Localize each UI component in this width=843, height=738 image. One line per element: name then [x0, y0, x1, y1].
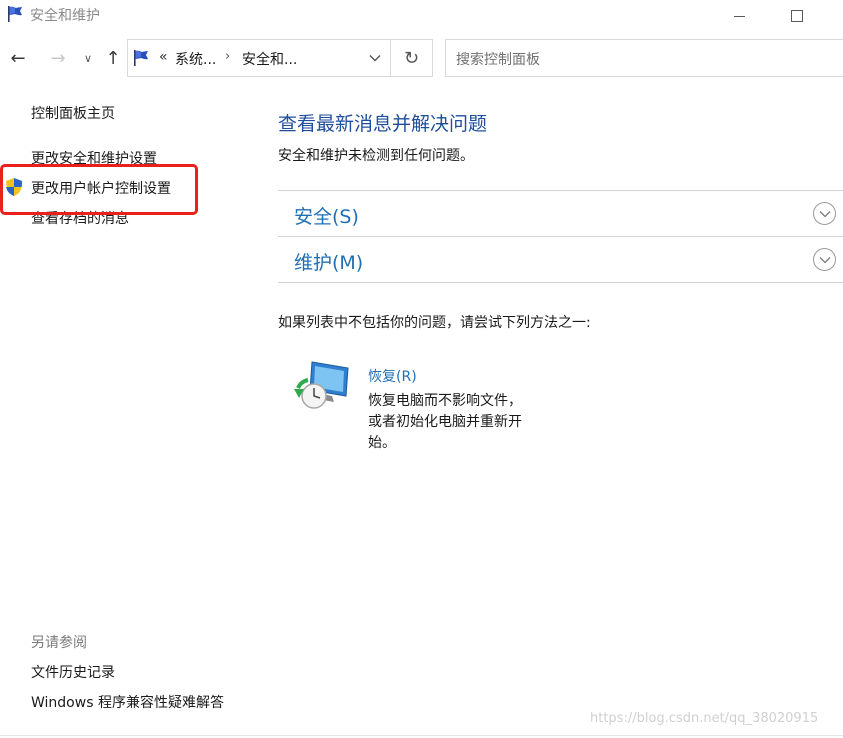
status-text: 安全和维护未检测到任何问题。: [278, 148, 474, 164]
maximize-button[interactable]: [774, 0, 820, 30]
minimize-button[interactable]: [716, 0, 762, 30]
back-button[interactable]: ←: [6, 44, 30, 72]
address-segment-security[interactable]: 安全和...: [242, 49, 297, 69]
recent-locations-button[interactable]: ∨: [80, 44, 96, 72]
chevron-right-icon[interactable]: ›: [225, 49, 230, 64]
address-overflow[interactable]: «: [159, 49, 168, 65]
refresh-button[interactable]: ↻: [390, 40, 432, 76]
search-placeholder: 搜索控制面板: [456, 52, 540, 68]
recovery-description: 恢复电脑而不影响文件，或者初始化电脑并重新开始。: [368, 393, 522, 451]
up-button[interactable]: ↑: [102, 44, 124, 72]
file-history-link[interactable]: 文件历史记录: [31, 662, 115, 682]
chevron-down-icon: [819, 210, 830, 217]
flag-icon: [8, 6, 22, 22]
flag-icon: [134, 50, 148, 66]
security-section-header[interactable]: 安全(S): [278, 191, 843, 236]
address-dropdown-button[interactable]: [360, 40, 390, 76]
recovery-icon[interactable]: [292, 358, 352, 414]
expand-security-button[interactable]: [813, 202, 836, 225]
see-also-label: 另请参阅: [31, 635, 87, 651]
page-title: 查看最新消息并解决问题: [278, 113, 488, 135]
watermark: https://blog.csdn.net/qq_38020915: [590, 711, 819, 726]
window-title: 安全和维护: [30, 8, 100, 24]
maintenance-section-title: 维护(M): [294, 252, 364, 274]
maintenance-section-header[interactable]: 维护(M): [278, 237, 843, 282]
address-bar[interactable]: « 系统... › 安全和... ↻: [127, 39, 433, 77]
divider: [278, 282, 843, 283]
refresh-icon: ↻: [403, 47, 420, 69]
chevron-down-icon: [819, 256, 830, 263]
chevron-down-icon: [369, 55, 381, 62]
control-panel-home-link[interactable]: 控制面板主页: [31, 103, 115, 123]
compatibility-troubleshooter-link[interactable]: Windows 程序兼容性疑难解答: [31, 692, 224, 712]
address-segment-system[interactable]: 系统...: [175, 49, 216, 69]
search-input[interactable]: 搜索控制面板: [445, 39, 843, 77]
forward-button[interactable]: →: [46, 44, 70, 72]
recovery-link[interactable]: 恢复(R): [368, 366, 417, 386]
security-section-title: 安全(S): [294, 206, 359, 228]
title-bar: 安全和维护: [0, 0, 843, 30]
arrow-up-icon: ↑: [105, 47, 121, 69]
minimize-icon: [733, 15, 745, 17]
help-text: 如果列表中不包括你的问题，请尝试下列方法之一:: [278, 315, 591, 331]
expand-maintenance-button[interactable]: [813, 248, 836, 271]
chevron-down-icon: ∨: [83, 51, 93, 65]
arrow-right-icon: →: [50, 47, 66, 69]
window-border: [0, 735, 843, 736]
highlight-annotation: [0, 164, 198, 215]
maximize-icon: [791, 10, 803, 22]
arrow-left-icon: ←: [10, 47, 26, 69]
